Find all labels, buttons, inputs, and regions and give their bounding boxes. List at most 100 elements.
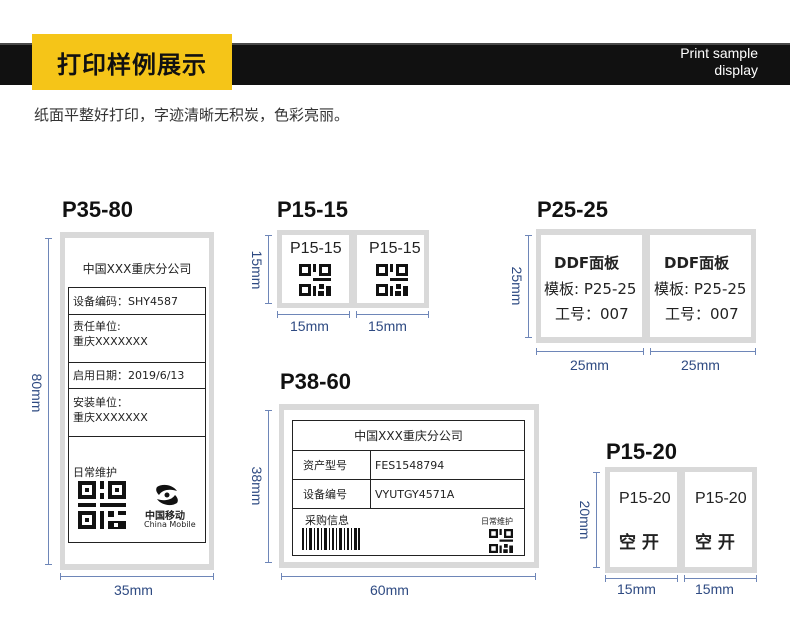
label-p1515-b: P15-15 — [357, 235, 424, 303]
install-label: 安装单位： — [73, 396, 128, 409]
english-title-line1: Print sample — [680, 45, 758, 61]
dim-height-p1515: 15mm — [249, 250, 265, 290]
dim-tick — [525, 235, 532, 236]
label-text: P15-15 — [369, 240, 421, 257]
dim-line-width — [356, 314, 429, 315]
label-p1520-b: P15-20 空 开 — [685, 472, 752, 567]
model-p1515: P15-15 — [277, 197, 348, 222]
dim-line-width — [684, 578, 757, 579]
dim-line-width — [277, 314, 349, 315]
barcode-icon — [302, 528, 360, 550]
model-p3580: P35-80 — [62, 197, 133, 222]
dim-tick — [265, 303, 272, 304]
dim-width-p3860: 60mm — [370, 582, 409, 598]
title-box: 打印样例展示 — [32, 34, 232, 90]
device-label: 设备编号 — [293, 480, 371, 508]
label-text: P15-15 — [290, 240, 342, 257]
dim-tick — [265, 562, 272, 563]
dim-line-height — [268, 410, 269, 562]
table-row: 安装单位： 重庆XXXXXXX — [69, 388, 205, 436]
label-line2: 模板: P25-25 — [544, 280, 637, 298]
dim-tick — [756, 575, 757, 582]
dim-tick — [643, 348, 644, 355]
dim-width-p2525-a: 25mm — [570, 357, 609, 373]
dim-tick — [60, 573, 61, 580]
dim-tick — [349, 311, 350, 318]
model-p3860: P38-60 — [280, 369, 351, 394]
dim-height-p3580: 80mm — [29, 373, 45, 413]
dim-height-p2525: 25mm — [509, 266, 525, 306]
label-p1515-a: P15-15 — [282, 235, 349, 303]
dim-tick — [356, 311, 357, 318]
label-table: 设备编码：SHY4587 责任单位: 重庆XXXXXXX 启用日期：2019/6… — [68, 287, 206, 543]
dim-width-p1520-a: 15mm — [617, 581, 656, 597]
dim-line-height — [596, 472, 597, 567]
china-mobile-logo-icon — [156, 484, 178, 506]
dim-line-height — [48, 238, 49, 564]
asset-value: FES1548794 — [375, 458, 445, 472]
label-company: 中国XXX重庆分公司 — [354, 429, 463, 443]
label-p3580: 中国XXX重庆分公司 设备编码：SHY4587 责任单位: 重庆XXXXXXX … — [65, 238, 209, 564]
purchase-label: 采购信息 — [305, 514, 349, 527]
dim-tick — [650, 348, 651, 355]
dim-line-width — [650, 351, 756, 352]
dim-line-height — [528, 235, 529, 337]
qr-code-icon — [489, 529, 513, 553]
label-line3: 工号：007 — [665, 305, 739, 323]
label-p2525-b: DDF面板 模板: P25-25 工号：007 — [650, 235, 751, 337]
responsible-value: 重庆XXXXXXX — [73, 335, 148, 348]
dim-tick — [428, 311, 429, 318]
label-p1520-a: P15-20 空 开 — [610, 472, 677, 567]
table-row: 责任单位: 重庆XXXXXXX — [69, 314, 205, 362]
label-text: P15-20 — [695, 490, 747, 507]
dim-width-p1515-b: 15mm — [368, 318, 407, 334]
dim-tick — [525, 337, 532, 338]
dim-tick — [265, 235, 272, 236]
dim-height-p3860: 38mm — [249, 466, 265, 506]
dim-line-width — [536, 351, 643, 352]
dim-tick — [45, 238, 52, 239]
qr-code-icon — [78, 481, 126, 529]
dim-tick — [593, 472, 600, 473]
table-row: 启用日期：2019/6/13 — [69, 362, 205, 388]
label-text: P15-20 — [619, 490, 671, 507]
subtitle: 纸面平整好打印，字迹清晰无积炭，色彩亮丽。 — [34, 106, 350, 124]
model-p2525: P25-25 — [537, 197, 608, 222]
dim-tick — [281, 573, 282, 580]
device-code: 设备编码：SHY4587 — [73, 295, 178, 308]
label-company: 中国XXX重庆分公司 — [82, 262, 192, 276]
dim-tick — [265, 410, 272, 411]
qr-code-icon — [299, 264, 331, 296]
dim-width-p1515-a: 15mm — [290, 318, 329, 334]
dim-line-width — [60, 576, 214, 577]
maintenance-label: 日常维护 — [481, 517, 513, 526]
start-date: 启用日期：2019/6/13 — [73, 369, 185, 382]
responsible-label: 责任单位: — [73, 320, 121, 333]
label-status: 空 开 — [695, 533, 735, 553]
table-row: 设备编号 VYUTGY4571A — [293, 479, 524, 508]
dim-height-p1520: 20mm — [577, 500, 593, 540]
asset-label: 资产型号 — [293, 451, 371, 479]
maintenance-label: 日常维护 — [73, 466, 117, 479]
label-line1: DDF面板 — [664, 254, 730, 272]
model-p1520: P15-20 — [606, 439, 677, 464]
dim-tick — [277, 311, 278, 318]
label-p2525-a: DDF面板 模板: P25-25 工号：007 — [541, 235, 642, 337]
label-status: 空 开 — [619, 533, 659, 553]
dim-width-p1520-b: 15mm — [695, 581, 734, 597]
label-table: 中国XXX重庆分公司 资产型号 FES1548794 设备编号 VYUTGY45… — [292, 420, 525, 556]
page-title: 打印样例展示 — [57, 50, 207, 79]
label-line3: 工号：007 — [555, 305, 629, 323]
dim-tick — [213, 573, 214, 580]
qr-code-icon — [376, 264, 408, 296]
english-title-line2: display — [714, 62, 758, 78]
dim-tick — [535, 573, 536, 580]
label-p3860: 中国XXX重庆分公司 资产型号 FES1548794 设备编号 VYUTGY45… — [284, 410, 534, 562]
dim-line-width — [605, 578, 678, 579]
dim-tick — [593, 567, 600, 568]
dim-line-width — [281, 576, 536, 577]
dim-tick — [677, 575, 678, 582]
device-value: VYUTGY4571A — [375, 487, 455, 501]
dim-tick — [605, 575, 606, 582]
dim-tick — [684, 575, 685, 582]
